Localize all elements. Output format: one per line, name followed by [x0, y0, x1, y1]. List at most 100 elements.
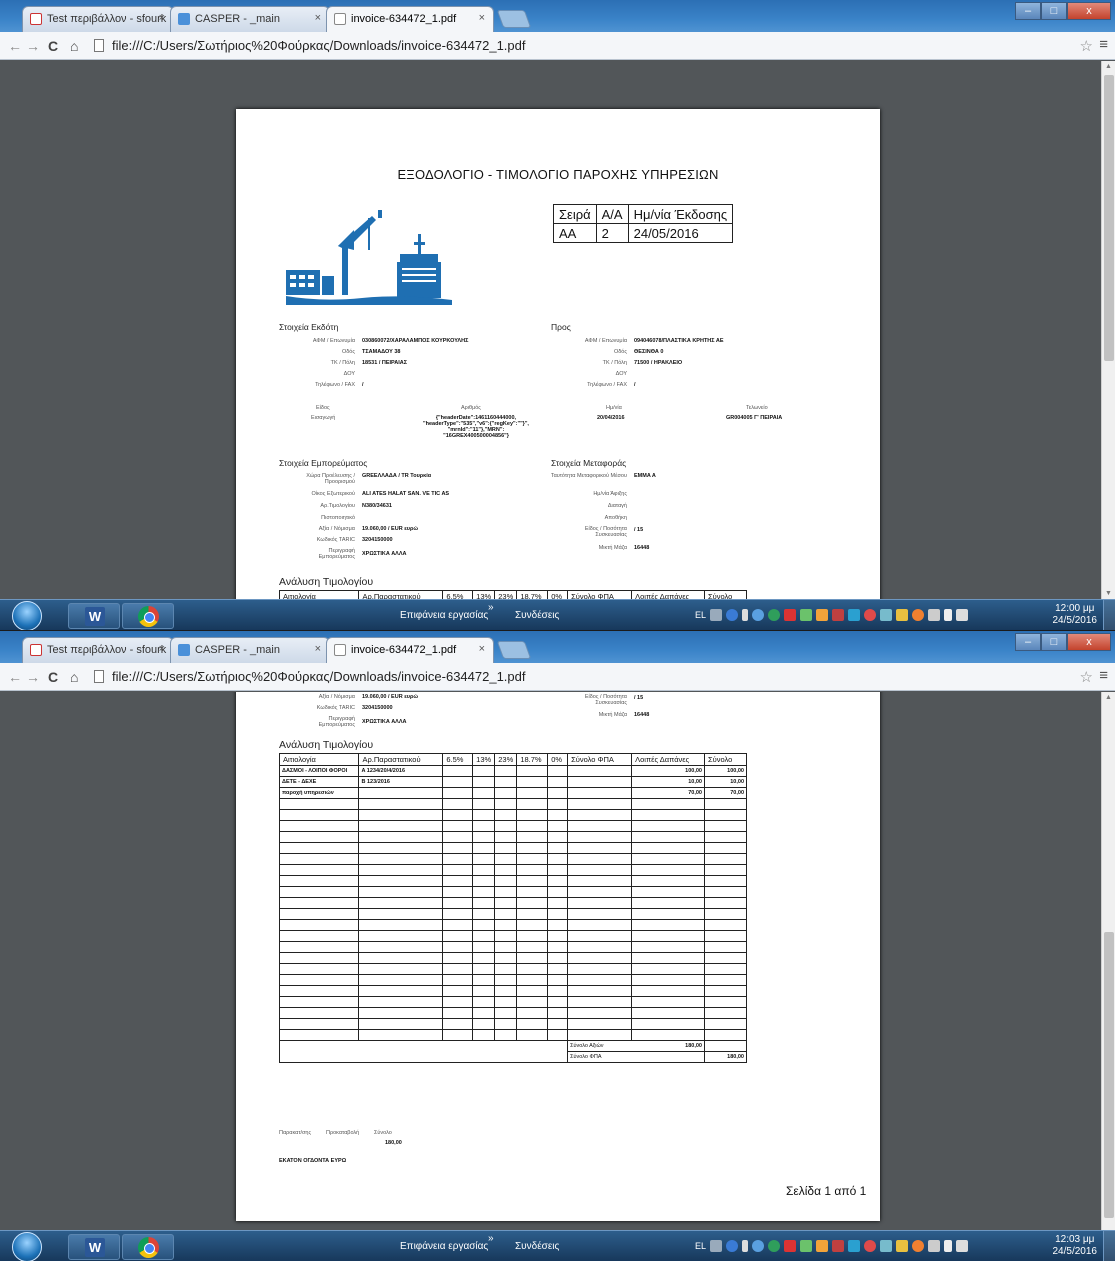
close-button[interactable]: x: [1067, 2, 1111, 20]
tray-icon[interactable]: [800, 609, 813, 621]
language-indicator[interactable]: EL: [695, 610, 706, 620]
tab-invoice-pdf[interactable]: invoice-634472_1.pdf ×: [326, 6, 494, 32]
vertical-scrollbar[interactable]: ▲: [1101, 692, 1115, 1230]
taskbar-chrome[interactable]: [122, 1234, 174, 1260]
tray-icon[interactable]: [710, 1240, 723, 1252]
forward-icon[interactable]: →: [26, 669, 40, 685]
tray-icon[interactable]: [832, 609, 845, 621]
tray-icon[interactable]: [848, 609, 861, 621]
scrollbar-thumb[interactable]: [1104, 75, 1114, 361]
tray-icon[interactable]: [784, 609, 797, 621]
tray-icon[interactable]: [896, 609, 909, 621]
star-icon[interactable]: ☆: [1080, 37, 1093, 55]
tab-casper[interactable]: CASPER - _main ×: [170, 6, 330, 32]
pdf-viewer[interactable]: Αξία / Νόμισμα 19.060,00 / EUR ευρώ Κωδι…: [0, 692, 1115, 1230]
tray-icon[interactable]: [912, 1240, 925, 1252]
address-bar[interactable]: file:///C:/Users/Σωτήριος%20Φούρκας/Down…: [90, 36, 1040, 56]
home-icon[interactable]: ⌂: [70, 669, 78, 685]
pdf-viewer[interactable]: ΕΞΟΔΟΛΟΓΙΟ - ΤΙΜΟΛΟΓΙΟ ΠΑΡΟΧΗΣ ΥΠΗΡΕΣΙΩΝ…: [0, 61, 1115, 599]
tray-icon[interactable]: [768, 609, 781, 621]
cell: [547, 985, 569, 997]
new-tab-button[interactable]: [496, 10, 532, 28]
minimize-button[interactable]: –: [1015, 2, 1041, 20]
start-orb-icon[interactable]: [12, 601, 42, 630]
volume-icon[interactable]: [944, 1240, 953, 1252]
tray-icon[interactable]: [816, 1240, 829, 1252]
network-icon[interactable]: [928, 1240, 941, 1252]
volume-icon[interactable]: [944, 609, 953, 621]
transport-weight-label: Μικτή Μάζα: [598, 712, 627, 718]
tab-close-icon[interactable]: ×: [315, 12, 321, 24]
tab-invoice-pdf[interactable]: invoice-634472_1.pdf ×: [326, 637, 494, 663]
vertical-scrollbar[interactable]: ▲ ▼: [1101, 61, 1115, 599]
close-button[interactable]: x: [1067, 633, 1111, 651]
minimize-button[interactable]: –: [1015, 633, 1041, 651]
tab-gmail[interactable]: Test περιβάλλον - sfourk ×: [22, 6, 174, 32]
tray-icon[interactable]: [864, 609, 877, 621]
tray-icon[interactable]: [726, 1240, 739, 1252]
taskbar-word[interactable]: W: [68, 603, 120, 629]
tray-icon[interactable]: [832, 1240, 845, 1252]
tray-icon[interactable]: [880, 1240, 893, 1252]
tray-icon[interactable]: [880, 609, 893, 621]
cell: [631, 809, 705, 821]
scroll-up-icon[interactable]: ▲: [1105, 63, 1112, 70]
taskbar-clock[interactable]: 12:00 μμ 24/5/2016: [1053, 603, 1098, 627]
star-icon[interactable]: ☆: [1080, 668, 1093, 686]
toolbar-expand-icon[interactable]: »: [488, 1233, 494, 1244]
scrollbar-thumb[interactable]: [1104, 932, 1114, 1218]
address-bar[interactable]: file:///C:/Users/Σωτήριος%20Φούρκας/Down…: [90, 667, 1040, 687]
show-desktop-button[interactable]: [1103, 1231, 1115, 1261]
tray-icon[interactable]: [768, 1240, 781, 1252]
tray-icon[interactable]: [912, 609, 925, 621]
desktop-toolbar-label[interactable]: Επιφάνεια εργασίας: [400, 1241, 488, 1252]
maximize-button[interactable]: □: [1041, 633, 1067, 651]
links-toolbar-label[interactable]: Συνδέσεις: [515, 610, 559, 621]
start-orb-icon[interactable]: [12, 1232, 42, 1261]
network-icon[interactable]: [928, 609, 941, 621]
new-tab-button[interactable]: [496, 641, 532, 659]
tray-icon[interactable]: [742, 609, 749, 621]
tab-close-icon[interactable]: ×: [159, 643, 165, 655]
tray-icon[interactable]: [800, 1240, 813, 1252]
home-icon[interactable]: ⌂: [70, 38, 78, 54]
scroll-down-icon[interactable]: ▼: [1105, 590, 1112, 597]
tray-icon[interactable]: [896, 1240, 909, 1252]
taskbar-word[interactable]: W: [68, 1234, 120, 1260]
tray-icon[interactable]: [710, 609, 723, 621]
tray-icon[interactable]: [752, 609, 765, 621]
language-indicator[interactable]: EL: [695, 1241, 706, 1251]
tray-icon[interactable]: [784, 1240, 797, 1252]
tray-icon[interactable]: [752, 1240, 765, 1252]
tray-icon[interactable]: [816, 609, 829, 621]
show-desktop-button[interactable]: [1103, 600, 1115, 630]
desktop-toolbar-label[interactable]: Επιφάνεια εργασίας: [400, 610, 488, 621]
tab-close-icon[interactable]: ×: [315, 643, 321, 655]
reload-icon[interactable]: C: [48, 38, 58, 54]
battery-icon[interactable]: [956, 1240, 969, 1252]
tab-close-icon[interactable]: ×: [159, 12, 165, 24]
tray-icon[interactable]: [848, 1240, 861, 1252]
tray-icon[interactable]: [864, 1240, 877, 1252]
scroll-up-icon[interactable]: ▲: [1105, 694, 1112, 701]
back-icon[interactable]: ←: [8, 669, 22, 685]
reload-icon[interactable]: C: [48, 669, 58, 685]
cell: 70,00: [631, 787, 705, 799]
battery-icon[interactable]: [956, 609, 969, 621]
tray-icon[interactable]: [726, 609, 739, 621]
taskbar-clock[interactable]: 12:03 μμ 24/5/2016: [1053, 1234, 1098, 1258]
forward-icon[interactable]: →: [26, 38, 40, 54]
tab-close-icon[interactable]: ×: [479, 643, 485, 655]
tab-gmail[interactable]: Test περιβάλλον - sfourk ×: [22, 637, 174, 663]
menu-icon[interactable]: ≡: [1099, 667, 1108, 684]
menu-icon[interactable]: ≡: [1099, 36, 1108, 53]
maximize-button[interactable]: □: [1041, 2, 1067, 20]
tray-icon[interactable]: [742, 1240, 749, 1252]
cell: [567, 919, 633, 931]
links-toolbar-label[interactable]: Συνδέσεις: [515, 1241, 559, 1252]
back-icon[interactable]: ←: [8, 38, 22, 54]
toolbar-expand-icon[interactable]: »: [488, 602, 494, 613]
tab-close-icon[interactable]: ×: [479, 12, 485, 24]
taskbar-chrome[interactable]: [122, 603, 174, 629]
tab-casper[interactable]: CASPER - _main ×: [170, 637, 330, 663]
